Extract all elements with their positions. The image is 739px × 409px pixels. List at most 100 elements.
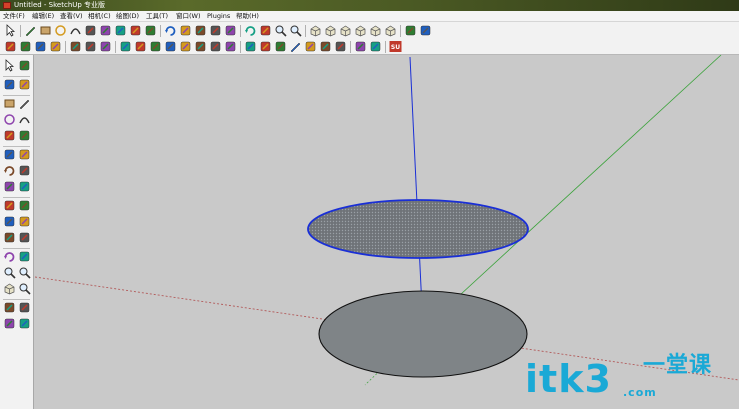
menu-window[interactable]: 窗口(W) xyxy=(176,11,201,22)
upper-circle-face-selected[interactable] xyxy=(307,199,529,259)
make-component-icon[interactable] xyxy=(18,59,31,72)
fog-icon[interactable] xyxy=(369,40,382,53)
hidden-line-icon[interactable] xyxy=(289,40,302,53)
materials-icon[interactable] xyxy=(419,24,432,37)
monochrome-icon[interactable] xyxy=(334,40,347,53)
back-edges-icon[interactable] xyxy=(259,40,272,53)
sandbox-icon[interactable] xyxy=(119,40,132,53)
arc-icon[interactable] xyxy=(69,24,82,37)
model-canvas[interactable] xyxy=(35,55,739,409)
top-view-icon[interactable] xyxy=(324,24,337,37)
polygon-icon[interactable] xyxy=(3,129,16,142)
from-contours-icon[interactable] xyxy=(134,40,147,53)
follow-me-icon[interactable] xyxy=(18,164,31,177)
iso-view-icon[interactable] xyxy=(309,24,322,37)
zoom-extents-icon[interactable] xyxy=(18,282,31,295)
axes-icon[interactable] xyxy=(3,231,16,244)
section-plane-icon[interactable] xyxy=(49,40,62,53)
look-around-icon[interactable] xyxy=(18,301,31,314)
push-pull-icon[interactable] xyxy=(18,148,31,161)
look-around-icon[interactable] xyxy=(84,40,97,53)
walk-icon[interactable] xyxy=(69,40,82,53)
section-plane-icon[interactable] xyxy=(18,317,31,330)
menu-file[interactable]: 文件(F) xyxy=(3,11,25,22)
zoom-icon[interactable] xyxy=(274,24,287,37)
follow-me-icon[interactable] xyxy=(179,24,192,37)
circle-icon[interactable] xyxy=(54,24,67,37)
previous-view-icon[interactable] xyxy=(3,282,16,295)
zoom-extents-icon[interactable] xyxy=(289,24,302,37)
drawing-viewport[interactable] xyxy=(35,55,739,409)
select-icon[interactable] xyxy=(4,24,17,37)
pan-icon[interactable] xyxy=(259,24,272,37)
select-icon[interactable] xyxy=(3,59,16,72)
orbit-icon[interactable] xyxy=(244,24,257,37)
offset-icon[interactable] xyxy=(144,24,157,37)
component-icon[interactable] xyxy=(404,24,417,37)
paint-bucket-icon[interactable] xyxy=(18,78,31,91)
shaded-icon[interactable] xyxy=(304,40,317,53)
menu-draw[interactable]: 绘图(D) xyxy=(116,11,139,22)
rectangle-icon[interactable] xyxy=(39,24,52,37)
lower-circle-face[interactable] xyxy=(318,290,528,378)
menu-plugins[interactable]: Plugins xyxy=(207,11,230,22)
xray-icon[interactable] xyxy=(244,40,257,53)
paint-bucket-icon[interactable] xyxy=(99,24,112,37)
back-view-icon[interactable] xyxy=(369,24,382,37)
toolbar-separator xyxy=(385,41,386,53)
plugin-su-icon[interactable]: SU xyxy=(389,40,402,53)
menu-view[interactable]: 查看(V) xyxy=(60,11,83,22)
rectangle-icon[interactable] xyxy=(3,97,16,110)
toolbar-separator xyxy=(240,41,241,53)
wireframe-icon[interactable] xyxy=(274,40,287,53)
menu-tools[interactable]: 工具(T) xyxy=(146,11,168,22)
left-view-icon[interactable] xyxy=(384,24,397,37)
toolbar-separator xyxy=(400,25,401,37)
tape-measure-icon[interactable] xyxy=(3,199,16,212)
rotate-icon[interactable] xyxy=(3,164,16,177)
right-view-icon[interactable] xyxy=(354,24,367,37)
text-icon[interactable] xyxy=(18,215,31,228)
move-icon[interactable] xyxy=(3,148,16,161)
walk-icon[interactable] xyxy=(3,317,16,330)
add-detail-icon[interactable] xyxy=(209,40,222,53)
freehand-icon[interactable] xyxy=(18,129,31,142)
smoove-icon[interactable] xyxy=(164,40,177,53)
rotate-icon[interactable] xyxy=(164,24,177,37)
stamp-icon[interactable] xyxy=(179,40,192,53)
protractor-icon[interactable] xyxy=(34,40,47,53)
drape-icon[interactable] xyxy=(194,40,207,53)
orbit-icon[interactable] xyxy=(3,250,16,263)
move-icon[interactable] xyxy=(129,24,142,37)
pencil-icon[interactable] xyxy=(24,24,37,37)
line-icon[interactable] xyxy=(18,97,31,110)
zoom-window-icon[interactable] xyxy=(18,266,31,279)
from-scratch-icon[interactable] xyxy=(149,40,162,53)
arc-icon[interactable] xyxy=(18,113,31,126)
textured-icon[interactable] xyxy=(319,40,332,53)
axes-icon[interactable] xyxy=(4,40,17,53)
text-icon[interactable] xyxy=(224,24,237,37)
flip-edge-icon[interactable] xyxy=(224,40,237,53)
menu-camera[interactable]: 相机(C) xyxy=(88,11,111,22)
push-pull-icon[interactable] xyxy=(114,24,127,37)
position-camera-icon[interactable] xyxy=(99,40,112,53)
offset-icon[interactable] xyxy=(18,180,31,193)
tape-measure-icon[interactable] xyxy=(209,24,222,37)
scale-icon[interactable] xyxy=(194,24,207,37)
front-view-icon[interactable] xyxy=(339,24,352,37)
circle-icon[interactable] xyxy=(3,113,16,126)
scale-icon[interactable] xyxy=(3,180,16,193)
shadows-icon[interactable] xyxy=(354,40,367,53)
eraser-icon[interactable] xyxy=(84,24,97,37)
pan-icon[interactable] xyxy=(18,250,31,263)
dimension-icon[interactable] xyxy=(18,199,31,212)
3d-text-icon[interactable] xyxy=(18,231,31,244)
eraser-icon[interactable] xyxy=(3,78,16,91)
zoom-icon[interactable] xyxy=(3,266,16,279)
position-camera-icon[interactable] xyxy=(3,301,16,314)
protractor-icon[interactable] xyxy=(3,215,16,228)
menu-edit[interactable]: 编辑(E) xyxy=(32,11,54,22)
dimension-icon[interactable] xyxy=(19,40,32,53)
menu-help[interactable]: 帮助(H) xyxy=(236,11,259,22)
